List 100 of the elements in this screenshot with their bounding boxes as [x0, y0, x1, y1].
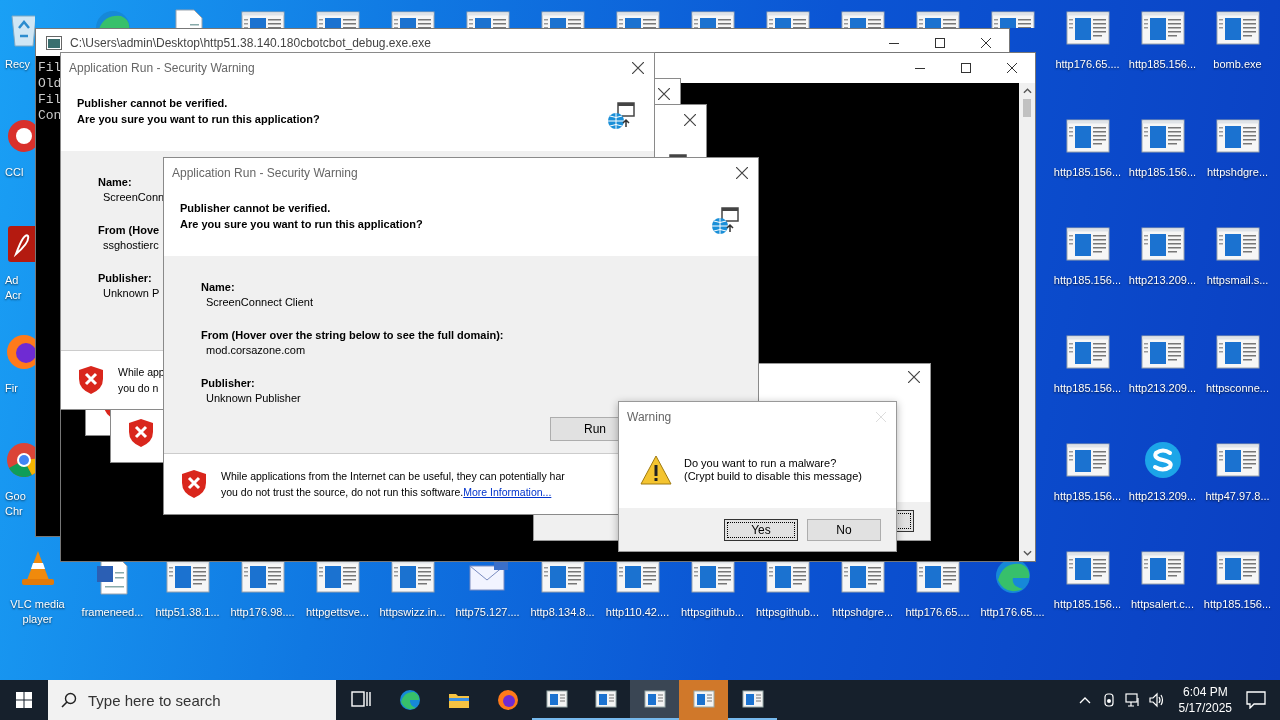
window-icon[interactable]	[1213, 548, 1262, 588]
field-label: Publisher:	[201, 376, 255, 391]
warning-icon	[640, 455, 672, 485]
speaker-icon[interactable]	[1148, 692, 1165, 708]
window-icon[interactable]	[238, 8, 287, 28]
icon-label: Fir	[4, 381, 19, 396]
window-icon[interactable]	[1138, 8, 1187, 48]
icon-label: http47.97.8...	[1204, 489, 1271, 504]
window-icon[interactable]	[688, 562, 737, 596]
icon-label: httpshdgre...	[830, 605, 895, 620]
scroll-down-icon[interactable]	[1022, 550, 1032, 556]
window-icon[interactable]	[613, 562, 662, 596]
window-icon[interactable]	[1138, 548, 1187, 588]
more-information-link[interactable]: More Information...	[463, 486, 552, 498]
window-icon[interactable]	[1213, 440, 1262, 480]
console-line: Old	[38, 76, 60, 92]
taskbar-app-button[interactable]	[630, 680, 679, 720]
icon-label: VLC media player	[9, 597, 66, 627]
window-icon[interactable]	[538, 562, 587, 596]
field-value: ScreenConnect Client	[205, 295, 313, 310]
window-icon[interactable]	[988, 8, 1037, 28]
window-icon[interactable]	[1063, 116, 1112, 156]
window-icon[interactable]	[463, 8, 512, 28]
window-icon[interactable]	[163, 562, 212, 596]
notification-icon[interactable]	[1246, 691, 1266, 709]
window-icon[interactable]	[1213, 8, 1262, 48]
close-button[interactable]	[658, 88, 670, 100]
close-button[interactable]	[908, 371, 920, 383]
window-icon[interactable]	[1213, 332, 1262, 372]
warning-text: While applications from the Internet can be useful, they can potentially har you do not trust the source, do not run this software.More Information...	[221, 469, 565, 500]
close-icon	[876, 412, 886, 422]
window-icon[interactable]	[1063, 548, 1112, 588]
window-icon[interactable]	[538, 8, 587, 28]
icon-label: Ad Acr	[4, 273, 23, 303]
scroll-thumb[interactable]	[1023, 99, 1031, 117]
dialog-title: Application Run - Security Warning	[69, 61, 255, 75]
search-icon	[61, 692, 77, 708]
window-icon[interactable]	[1138, 116, 1187, 156]
window-icon[interactable]	[1063, 8, 1112, 48]
scroll-up-icon[interactable]	[1022, 88, 1032, 94]
close-button[interactable]	[632, 62, 644, 74]
icon-label: http185.156...	[1052, 381, 1123, 396]
window-icon[interactable]	[763, 562, 812, 596]
icon-label: http185.156...	[1202, 597, 1273, 612]
close-icon	[908, 371, 920, 383]
clock[interactable]: 6:04 PM 5/17/2025	[1178, 684, 1232, 716]
icon-label: httpsalert.c...	[1130, 597, 1195, 612]
field-value: mod.corsazone.com	[205, 343, 306, 358]
maximize-icon	[935, 37, 945, 48]
window-icon[interactable]	[913, 562, 962, 596]
icon-label: httpgettsve...	[305, 605, 370, 620]
window-icon[interactable]	[1138, 332, 1187, 372]
network-icon[interactable]	[1124, 692, 1141, 708]
icon-label: http176.65....	[904, 605, 971, 620]
close-button[interactable]	[736, 167, 748, 179]
window-icon[interactable]	[763, 8, 812, 28]
window-icon[interactable]	[1138, 224, 1187, 264]
window-icon[interactable]	[613, 8, 662, 28]
icon-label: httpsmail.s...	[1205, 273, 1270, 288]
question: Are you sure you want to run this application?	[77, 112, 321, 127]
window-icon[interactable]	[1063, 224, 1112, 264]
window-icon[interactable]	[688, 8, 737, 28]
window-icon	[691, 687, 716, 711]
globe-icon	[495, 688, 520, 712]
window-icon[interactable]	[388, 562, 437, 596]
icon-label: bomb.exe	[1212, 57, 1263, 72]
window-icon[interactable]	[1213, 116, 1262, 156]
window-icon	[544, 687, 569, 711]
window-icon[interactable]	[238, 562, 287, 596]
icon-label: frameneed...	[80, 605, 145, 620]
scrollbar[interactable]	[1019, 83, 1035, 561]
window-icon[interactable]	[838, 562, 887, 596]
field-label: Publisher:	[98, 271, 152, 286]
no-button[interactable]: No	[807, 518, 881, 541]
globe-window-icon	[606, 101, 636, 131]
search-field[interactable]: Type here to search	[48, 680, 336, 720]
clock-date: 5/17/2025	[1178, 700, 1232, 716]
window-icon[interactable]	[838, 8, 887, 28]
console-line: Fil	[38, 60, 60, 76]
icon-label: httpshdgre...	[1205, 165, 1270, 180]
close-icon	[981, 37, 991, 48]
window-icon[interactable]	[313, 562, 362, 596]
window-icon[interactable]	[388, 8, 437, 28]
close-button[interactable]	[684, 114, 696, 126]
icon-label: httpsgithub...	[755, 605, 820, 620]
icon-label: http110.42....	[604, 605, 671, 620]
window-icon[interactable]	[1063, 440, 1112, 480]
field-label: Name:	[98, 175, 132, 190]
window-icon[interactable]	[1213, 224, 1262, 264]
icon-label: httpswizz.in...	[378, 605, 447, 620]
field-label: Name:	[201, 280, 235, 295]
yes-button[interactable]: Yes	[724, 518, 798, 541]
window-icon[interactable]	[1063, 332, 1112, 372]
window-icon[interactable]	[913, 8, 962, 28]
field-value: Unknown Publisher	[205, 391, 301, 406]
close-icon	[1007, 63, 1017, 73]
window-icon	[593, 687, 618, 711]
maximize-icon	[961, 63, 971, 73]
window-icon[interactable]	[313, 8, 362, 28]
icon-label: http185.156...	[1052, 597, 1123, 612]
